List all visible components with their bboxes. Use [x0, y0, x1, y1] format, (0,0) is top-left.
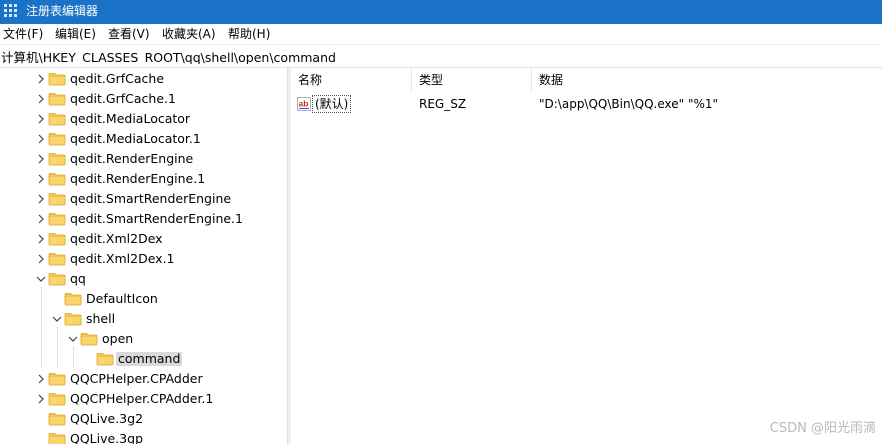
tree-node-label[interactable]: QQLive.3g2 — [68, 412, 145, 426]
tree-connector-line — [57, 327, 58, 367]
tree-node[interactable]: qedit.Xml2Dex.1 — [0, 249, 282, 269]
tree-node[interactable]: shell — [0, 309, 282, 329]
tree-node[interactable]: qedit.SmartRenderEngine — [0, 189, 282, 209]
folder-icon — [48, 112, 66, 126]
tree-node-label[interactable]: qedit.MediaLocator.1 — [68, 132, 203, 146]
tree-node[interactable]: qedit.RenderEngine.1 — [0, 169, 282, 189]
tree-node[interactable]: QQLive.3g2 — [0, 409, 282, 429]
value-data: "D:\app\QQ\Bin\QQ.exe" "%1" — [539, 97, 719, 111]
folder-icon — [48, 272, 66, 286]
folder-icon — [80, 332, 98, 346]
tree-node-label[interactable]: QQLive.3gp — [68, 432, 145, 444]
chevron-right-icon[interactable] — [34, 171, 48, 187]
tree-node-label[interactable]: DefaultIcon — [84, 292, 160, 306]
chevron-right-icon[interactable] — [34, 251, 48, 267]
watermark: CSDN @阳光雨滴 — [769, 421, 876, 436]
key-tree[interactable]: qedit.GrfCache qedit.GrfCache.1 qedit.Medi… — [0, 68, 282, 444]
address-input[interactable] — [0, 48, 871, 64]
tree-node-label[interactable]: qedit.GrfCache — [68, 72, 166, 86]
folder-icon — [48, 412, 66, 426]
tree-node-label[interactable]: open — [100, 332, 135, 346]
chevron-right-icon[interactable] — [34, 151, 48, 167]
tree-node[interactable]: qedit.GrfCache.1 — [0, 89, 282, 109]
folder-icon — [48, 372, 66, 386]
tree-node-label[interactable]: qedit.GrfCache.1 — [68, 92, 178, 106]
values-pane[interactable]: 名称 类型 数据 ab (默认) REG_SZ "D:\app\QQ\Bin\Q… — [291, 68, 882, 444]
string-value-icon: ab — [297, 97, 311, 111]
tree-node-label[interactable]: qedit.SmartRenderEngine — [68, 192, 233, 206]
tree-node-label[interactable]: qedit.RenderEngine — [68, 152, 195, 166]
value-row[interactable]: ab (默认) REG_SZ "D:\app\QQ\Bin\QQ.exe" "%… — [291, 94, 882, 114]
column-header-type[interactable]: 类型 — [412, 68, 532, 92]
folder-icon — [48, 232, 66, 246]
tree-node[interactable]: qedit.SmartRenderEngine.1 — [0, 209, 282, 229]
tree-node-label[interactable]: qedit.Xml2Dex — [68, 232, 165, 246]
tree-connector-line — [73, 347, 74, 367]
chevron-down-icon[interactable] — [50, 311, 64, 327]
tree-node[interactable]: qq — [0, 269, 282, 289]
menu-file[interactable]: 文件(F) — [3, 27, 43, 41]
chevron-right-icon[interactable] — [34, 231, 48, 247]
tree-node-label[interactable]: qedit.RenderEngine.1 — [68, 172, 207, 186]
folder-icon — [48, 132, 66, 146]
value-type: REG_SZ — [419, 97, 467, 111]
value-name[interactable]: (默认) — [312, 95, 352, 113]
tree-node-label[interactable]: shell — [84, 312, 117, 326]
folder-icon — [48, 432, 66, 444]
tree-node[interactable]: DefaultIcon — [0, 289, 282, 309]
string-value-icon-text: ab — [299, 99, 309, 109]
column-header-data[interactable]: 数据 — [532, 68, 882, 92]
tree-connector-line — [41, 287, 42, 367]
tree-node[interactable]: QQCPHelper.CPAdder.1 — [0, 389, 282, 409]
folder-icon — [64, 292, 82, 306]
tree-node[interactable]: qedit.RenderEngine — [0, 149, 282, 169]
chevron-down-icon[interactable] — [66, 331, 80, 347]
window-title: 注册表编辑器 — [26, 4, 99, 18]
tree-node-label[interactable]: qedit.Xml2Dex.1 — [68, 252, 177, 266]
title-bar: 注册表编辑器 — [0, 0, 882, 24]
folder-icon — [48, 212, 66, 226]
menu-favorites[interactable]: 收藏夹(A) — [162, 27, 216, 41]
folder-icon — [48, 72, 66, 86]
column-header-name[interactable]: 名称 — [291, 68, 412, 92]
folder-icon — [48, 252, 66, 266]
chevron-right-icon[interactable] — [34, 91, 48, 107]
tree-node-label[interactable]: qq — [68, 272, 88, 286]
tree-node[interactable]: qedit.MediaLocator — [0, 109, 282, 129]
folder-icon — [48, 172, 66, 186]
folder-icon — [64, 312, 82, 326]
chevron-right-icon[interactable] — [34, 191, 48, 207]
tree-node[interactable]: open — [0, 329, 282, 349]
menu-help[interactable]: 帮助(H) — [228, 27, 270, 41]
tree-node[interactable]: qedit.GrfCache — [0, 69, 282, 89]
tree-node[interactable]: qedit.Xml2Dex — [0, 229, 282, 249]
chevron-right-icon[interactable] — [34, 131, 48, 147]
tree-node[interactable]: command — [0, 349, 282, 369]
folder-icon — [48, 392, 66, 406]
folder-icon — [48, 92, 66, 106]
menu-view[interactable]: 查看(V) — [108, 27, 150, 41]
chevron-right-icon[interactable] — [34, 111, 48, 127]
address-bar — [0, 44, 882, 68]
tree-node-label[interactable]: command — [116, 352, 183, 366]
chevron-right-icon[interactable] — [34, 391, 48, 407]
menu-bar: 文件(F) 编辑(E) 查看(V) 收藏夹(A) 帮助(H) — [0, 24, 882, 44]
tree-node[interactable]: QQCPHelper.CPAdder — [0, 369, 282, 389]
registry-editor-icon — [4, 4, 18, 18]
tree-node-label[interactable]: QQCPHelper.CPAdder — [68, 372, 205, 386]
chevron-down-icon[interactable] — [34, 271, 48, 287]
chevron-right-icon[interactable] — [34, 371, 48, 387]
folder-icon — [48, 152, 66, 166]
folder-icon — [96, 352, 114, 366]
chevron-right-icon[interactable] — [34, 211, 48, 227]
menu-edit[interactable]: 编辑(E) — [55, 27, 96, 41]
chevron-right-icon[interactable] — [34, 71, 48, 87]
tree-node-label[interactable]: QQCPHelper.CPAdder.1 — [68, 392, 215, 406]
folder-icon — [48, 192, 66, 206]
tree-node-label[interactable]: qedit.MediaLocator — [68, 112, 192, 126]
tree-node[interactable]: QQLive.3gp — [0, 429, 282, 444]
tree-node[interactable]: qedit.MediaLocator.1 — [0, 129, 282, 149]
tree-node-label[interactable]: qedit.SmartRenderEngine.1 — [68, 212, 245, 226]
